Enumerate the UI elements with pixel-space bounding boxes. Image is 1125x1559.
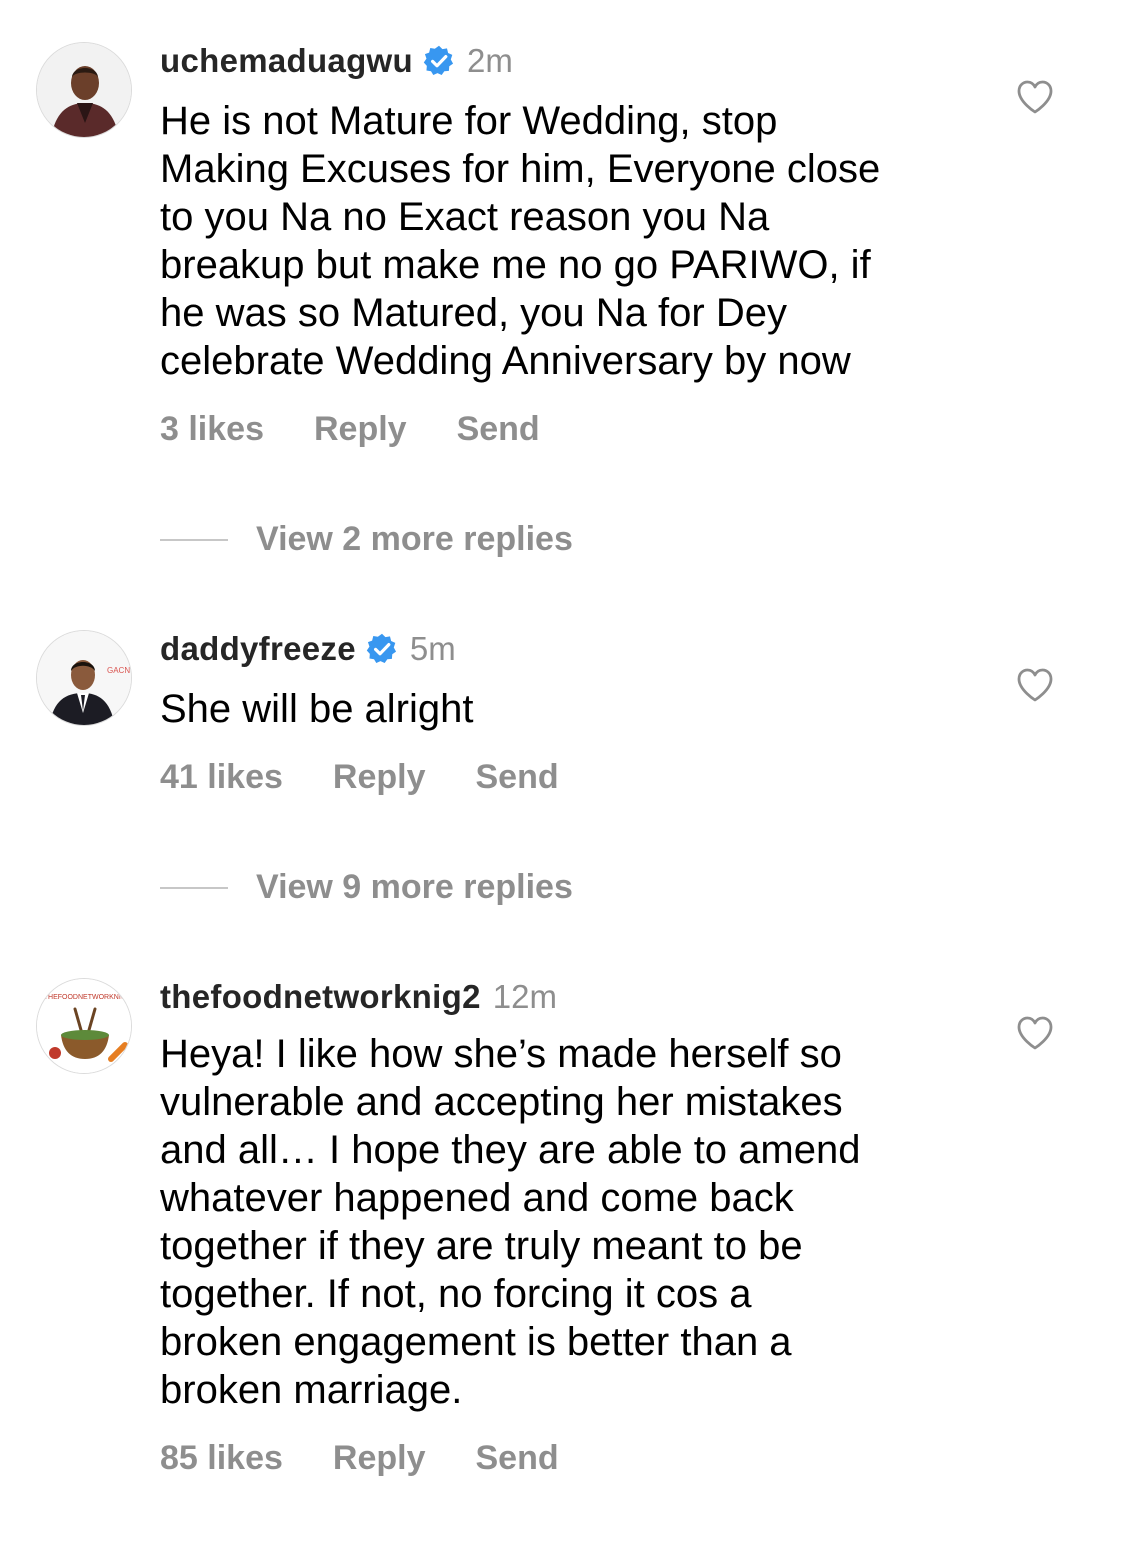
avatar[interactable]: THEFOODNETWORKNIG bbox=[36, 978, 132, 1074]
send-button[interactable]: Send bbox=[475, 758, 558, 797]
comment-header: thefoodnetworknig2 12m bbox=[160, 978, 557, 1016]
avatar[interactable]: GACN bbox=[36, 630, 132, 726]
send-button[interactable]: Send bbox=[475, 1439, 558, 1478]
view-replies-button[interactable]: View 9 more replies bbox=[160, 868, 573, 907]
avatar-logo-text: THEFOODNETWORKNIG bbox=[44, 994, 126, 1001]
reply-button[interactable]: Reply bbox=[314, 410, 407, 449]
heart-outline-icon[interactable] bbox=[1016, 1015, 1054, 1051]
avatar[interactable] bbox=[36, 42, 132, 138]
replies-divider-line bbox=[160, 538, 228, 541]
view-replies-label[interactable]: View 2 more replies bbox=[256, 520, 573, 559]
comment-actions: 41 likes Reply Send bbox=[160, 758, 559, 797]
comment-time: 2m bbox=[466, 42, 513, 79]
comment-header: uchemaduagwu 2m bbox=[160, 42, 513, 80]
username[interactable]: thefoodnetworknig2 bbox=[160, 978, 481, 1016]
comment-time: 5m bbox=[409, 630, 456, 667]
replies-divider-line bbox=[160, 886, 228, 889]
send-button[interactable]: Send bbox=[457, 410, 540, 449]
verified-badge-icon bbox=[366, 633, 398, 665]
view-replies-label[interactable]: View 9 more replies bbox=[256, 868, 573, 907]
username[interactable]: daddyfreeze bbox=[160, 630, 356, 668]
heart-outline-icon[interactable] bbox=[1016, 79, 1054, 115]
reply-button[interactable]: Reply bbox=[333, 1439, 426, 1478]
comment-text: Heya! I like how she’s made herself so v… bbox=[160, 1032, 861, 1412]
comment-text: She will be alright bbox=[160, 687, 474, 731]
username[interactable]: uchemaduagwu bbox=[160, 42, 413, 80]
likes-count[interactable]: 41 likes bbox=[160, 758, 283, 797]
comment-actions: 3 likes Reply Send bbox=[160, 410, 540, 449]
avatar-logo-text: GACN bbox=[107, 666, 130, 675]
comment-text: He is not Mature for Wedding, stop Makin… bbox=[160, 99, 881, 383]
comment-header: daddyfreeze 5m bbox=[160, 630, 456, 668]
view-replies-button[interactable]: View 2 more replies bbox=[160, 520, 573, 559]
likes-count[interactable]: 3 likes bbox=[160, 410, 264, 449]
verified-badge-icon bbox=[423, 45, 455, 77]
comment-actions: 85 likes Reply Send bbox=[160, 1439, 559, 1478]
heart-outline-icon[interactable] bbox=[1016, 667, 1054, 703]
reply-button[interactable]: Reply bbox=[333, 758, 426, 797]
likes-count[interactable]: 85 likes bbox=[160, 1439, 283, 1478]
comment-time: 12m bbox=[492, 978, 557, 1015]
